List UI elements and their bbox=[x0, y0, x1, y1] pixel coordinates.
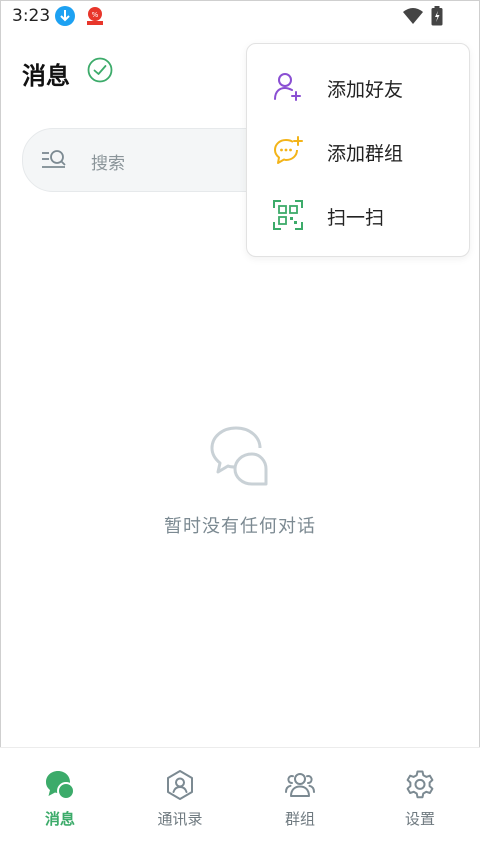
menu-item-label: 扫一扫 bbox=[327, 207, 385, 229]
status-bar: 3:23 % bbox=[0, 0, 480, 34]
app-notification-icon: % bbox=[84, 6, 106, 26]
add-group-icon bbox=[273, 136, 303, 166]
battery-icon bbox=[431, 6, 443, 30]
page-title: 消息 bbox=[22, 62, 70, 90]
settings-icon bbox=[405, 770, 435, 800]
verified-check-icon bbox=[87, 57, 113, 87]
wifi-icon bbox=[403, 7, 423, 29]
empty-state-text: 暂时没有任何对话 bbox=[164, 516, 316, 537]
menu-item-add-friend[interactable]: 添加好友 bbox=[247, 55, 469, 119]
nav-item-messages[interactable]: 消息 bbox=[0, 748, 120, 854]
nav-label: 群组 bbox=[284, 810, 315, 828]
search-icon bbox=[41, 148, 69, 176]
group-icon bbox=[285, 770, 315, 800]
svg-text:%: % bbox=[92, 11, 99, 19]
status-time: 3:23 bbox=[12, 6, 51, 26]
nav-item-settings[interactable]: 设置 bbox=[360, 748, 480, 854]
search-placeholder: 搜索 bbox=[91, 154, 125, 174]
nav-label: 消息 bbox=[44, 810, 75, 828]
contacts-icon bbox=[165, 770, 195, 800]
nav-item-groups[interactable]: 群组 bbox=[240, 748, 360, 854]
scan-qr-icon bbox=[273, 200, 303, 230]
message-icon bbox=[45, 770, 75, 800]
chat-bubbles-icon bbox=[208, 424, 272, 492]
bottom-nav: 消息 通讯录 群组 设置 bbox=[0, 747, 480, 854]
menu-item-label: 添加群组 bbox=[327, 143, 404, 165]
add-friend-icon bbox=[273, 72, 303, 102]
nav-label: 通讯录 bbox=[157, 810, 203, 828]
add-popup-menu: 添加好友 添加群组 扫一扫 bbox=[246, 43, 470, 257]
nav-item-contacts[interactable]: 通讯录 bbox=[120, 748, 240, 854]
nav-label: 设置 bbox=[404, 810, 435, 828]
menu-item-add-group[interactable]: 添加群组 bbox=[247, 119, 469, 183]
menu-item-scan[interactable]: 扫一扫 bbox=[247, 183, 469, 247]
download-notification-icon bbox=[55, 6, 75, 26]
menu-item-label: 添加好友 bbox=[327, 79, 404, 101]
